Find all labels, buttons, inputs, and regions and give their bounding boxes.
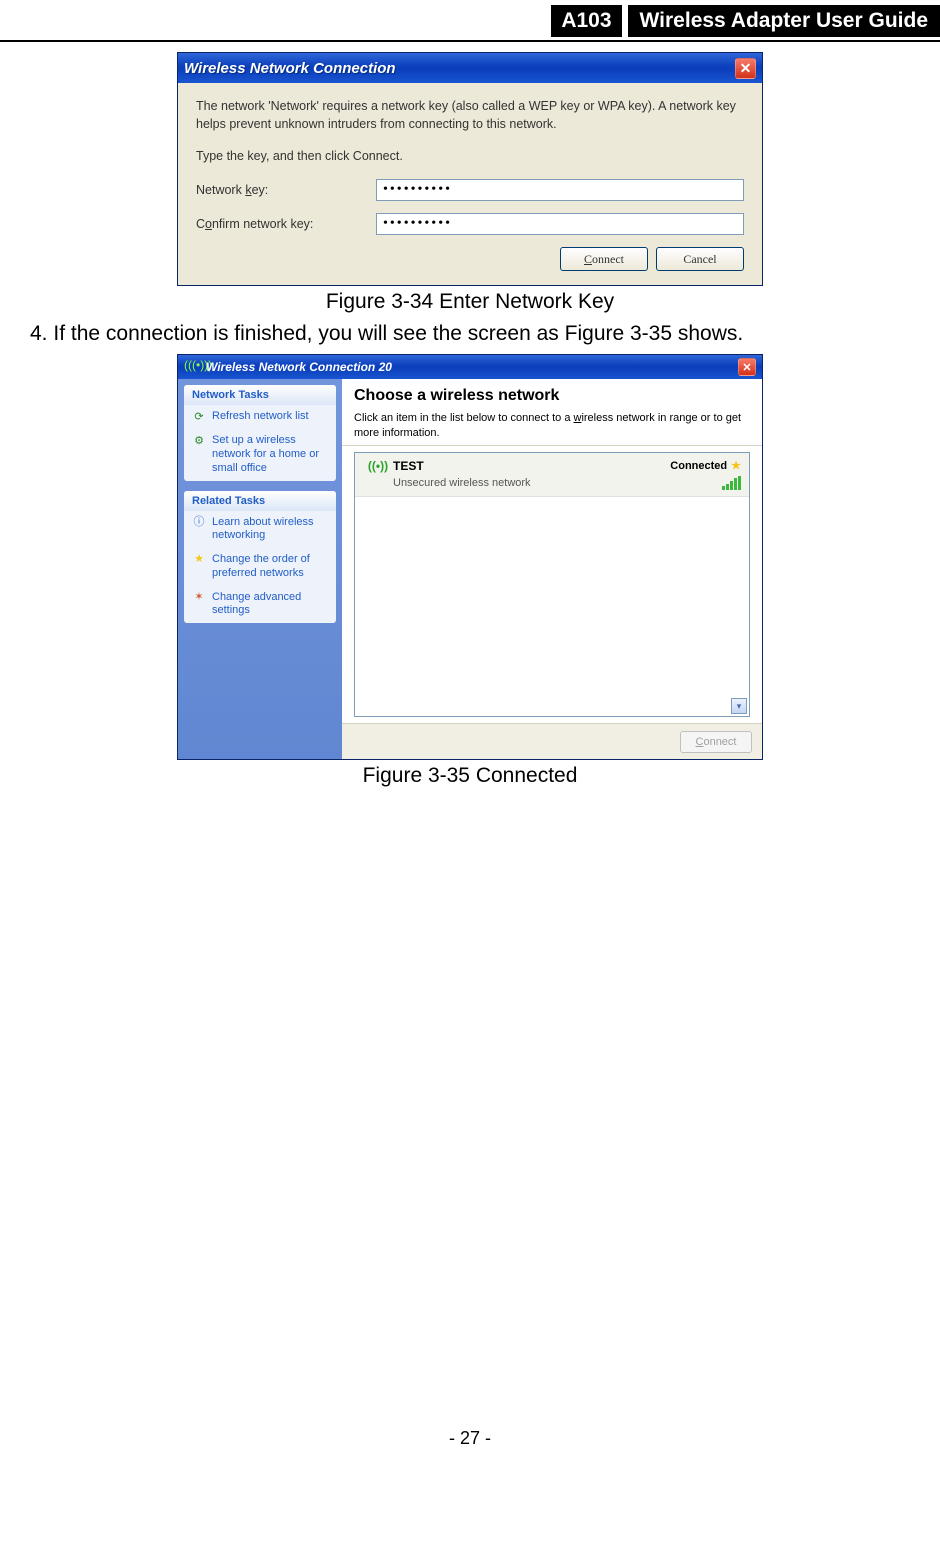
- connect-button[interactable]: Connect: [560, 247, 648, 271]
- sidebar: Network Tasks ⟳ Refresh network list ⚙ S…: [178, 379, 342, 759]
- figure-caption-2: Figure 3-35 Connected: [0, 764, 940, 788]
- close-icon[interactable]: ✕: [738, 358, 756, 376]
- choose-network-intro: Click an item in the list below to conne…: [354, 411, 750, 441]
- related-tasks-group: Related Tasks ⓘ Learn about wireless net…: [184, 491, 336, 624]
- close-icon[interactable]: ✕: [735, 58, 756, 79]
- antenna-icon: ((•)): [363, 459, 393, 490]
- dialog-prompt-text: Type the key, and then click Connect.: [196, 147, 744, 165]
- favorite-star-icon: ★: [731, 459, 741, 472]
- network-tasks-group: Network Tasks ⟳ Refresh network list ⚙ S…: [184, 385, 336, 480]
- related-tasks-heading: Related Tasks: [184, 491, 336, 511]
- scroll-down-icon[interactable]: ▾: [731, 698, 747, 714]
- network-key-dialog: Wireless Network Connection ✕ The networ…: [177, 52, 763, 286]
- figure-reference: Figure 3-35: [565, 322, 672, 345]
- star-icon: ★: [192, 553, 206, 567]
- learn-wireless-link[interactable]: ⓘ Learn about wireless networking: [184, 511, 336, 549]
- connect-button-disabled: Connect: [680, 731, 752, 753]
- refresh-icon: ⟳: [192, 410, 206, 424]
- network-security-status: Unsecured wireless network: [393, 477, 670, 489]
- page-header: A103 Wireless Adapter User Guide: [0, 4, 940, 38]
- wireless-connection-dialog: (((•))) Wireless Network Connection 20 ✕…: [177, 354, 763, 760]
- network-name: TEST: [393, 459, 670, 473]
- main-panel: Choose a wireless network Click an item …: [342, 379, 762, 759]
- dialog-intro-text: The network 'Network' requires a network…: [196, 97, 744, 133]
- network-connected-status: Connected ★: [670, 459, 741, 472]
- confirm-key-input[interactable]: [376, 213, 744, 235]
- advanced-settings-link[interactable]: ✶ Change advanced settings: [184, 586, 336, 624]
- network-item-test[interactable]: ((•)) TEST Unsecured wireless network Co…: [355, 453, 749, 497]
- step-4-text: 4. If the connection is finished, you wi…: [30, 322, 940, 346]
- dialog-titlebar[interactable]: (((•))) Wireless Network Connection 20 ✕: [178, 355, 762, 379]
- dialog-title-text: Wireless Network Connection 20: [206, 360, 738, 374]
- network-setup-icon: ⚙: [192, 434, 206, 448]
- cancel-button[interactable]: Cancel: [656, 247, 744, 271]
- signal-strength-icon: [670, 476, 741, 490]
- network-key-label: Network key:: [196, 183, 376, 197]
- change-order-link[interactable]: ★ Change the order of preferred networks: [184, 548, 336, 586]
- network-tasks-heading: Network Tasks: [184, 385, 336, 405]
- info-icon: ⓘ: [192, 516, 206, 530]
- network-key-input[interactable]: [376, 179, 744, 201]
- choose-network-heading: Choose a wireless network: [354, 387, 750, 405]
- header-title: Wireless Adapter User Guide: [628, 5, 940, 37]
- gear-icon: ✶: [192, 591, 206, 605]
- header-rule: [0, 40, 940, 42]
- refresh-network-list-link[interactable]: ⟳ Refresh network list: [184, 405, 336, 429]
- dialog-titlebar[interactable]: Wireless Network Connection ✕: [178, 53, 762, 83]
- dialog-title-text: Wireless Network Connection: [184, 60, 735, 77]
- antenna-icon: (((•))): [184, 359, 200, 375]
- figure-caption-1: Figure 3-34 Enter Network Key: [0, 290, 940, 314]
- network-list[interactable]: ((•)) TEST Unsecured wireless network Co…: [354, 452, 750, 717]
- confirm-key-label: Confirm network key:: [196, 217, 376, 231]
- setup-wireless-network-link[interactable]: ⚙ Set up a wireless network for a home o…: [184, 429, 336, 480]
- page-number: - 27 -: [0, 1428, 940, 1449]
- header-model-badge: A103: [551, 5, 621, 37]
